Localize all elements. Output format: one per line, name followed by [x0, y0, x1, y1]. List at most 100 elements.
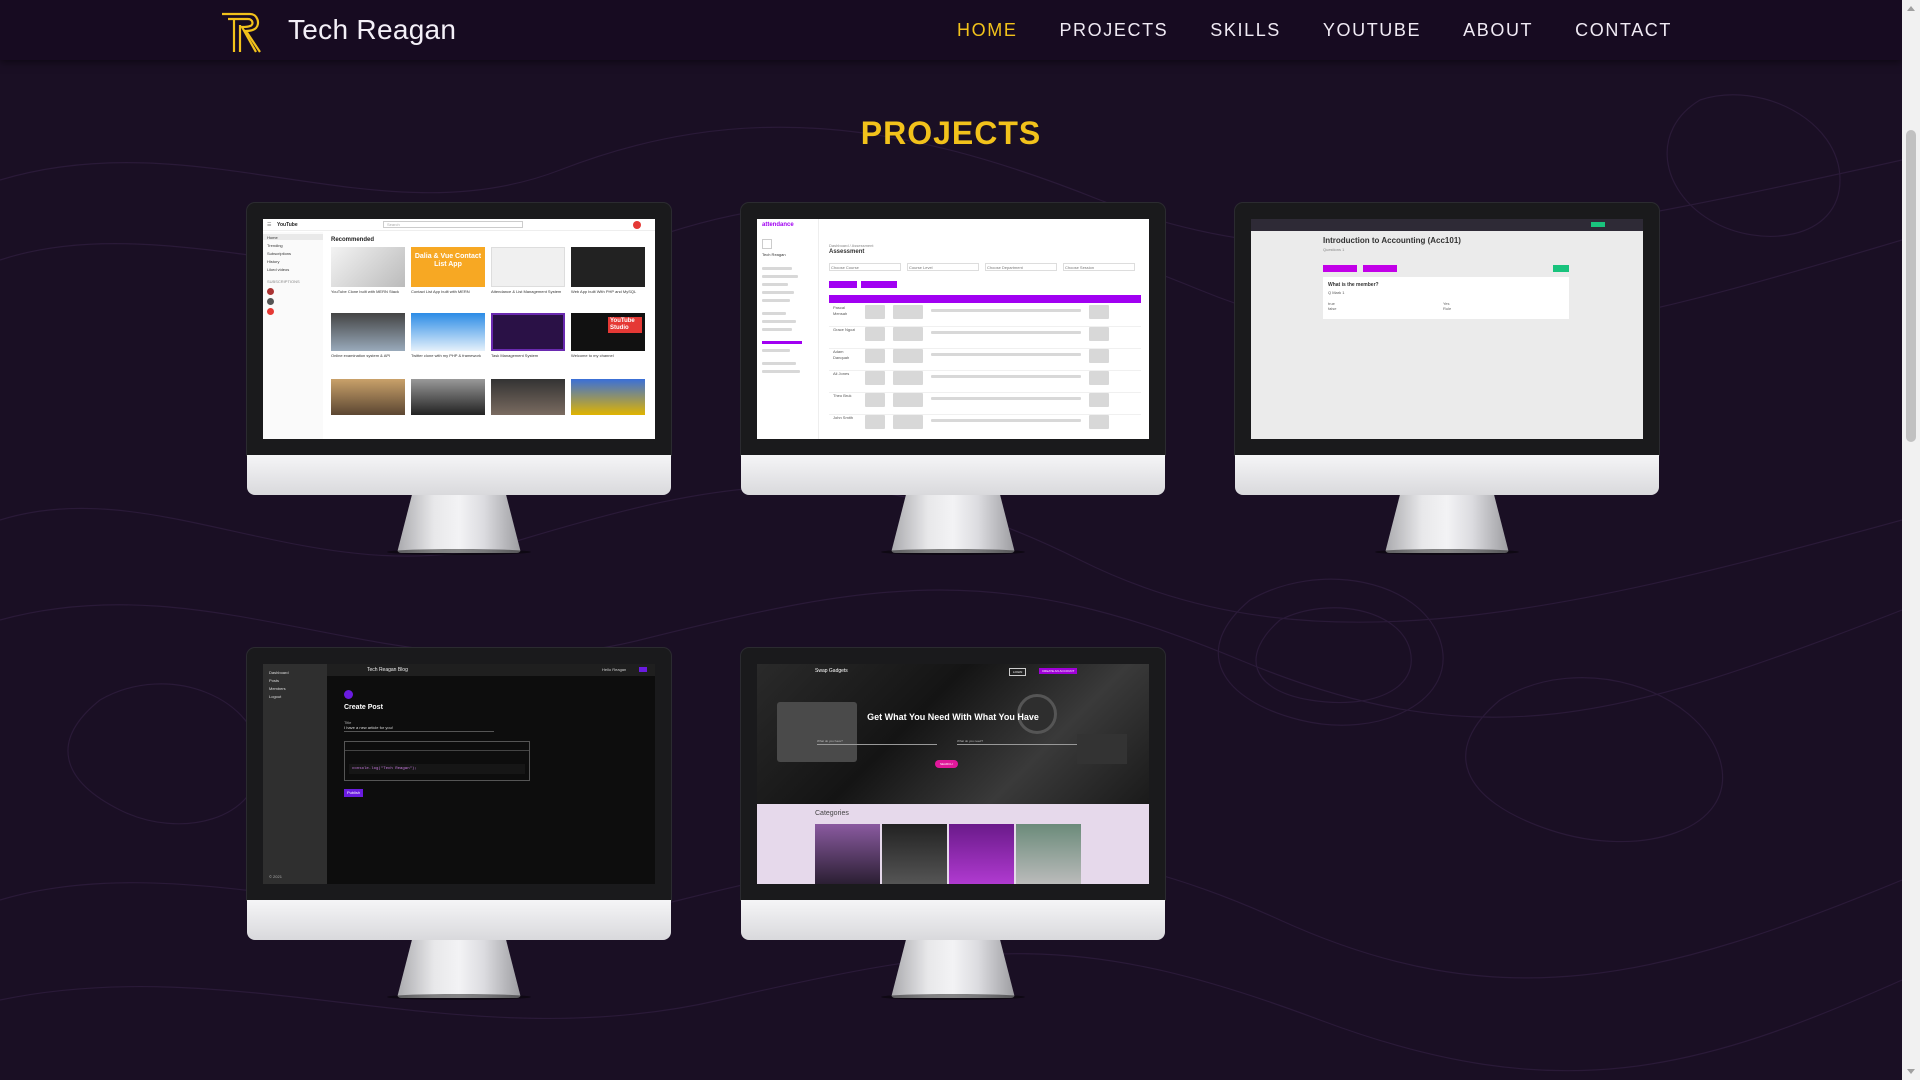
categories-heading: Categories [815, 810, 849, 817]
table-row: Ali Jones [829, 371, 1141, 393]
video-title: YouTube Clone built with MERN Stack [331, 289, 399, 294]
video-thumbnail [491, 379, 565, 415]
menu-icon: ☰ [267, 222, 272, 228]
video-thumbnail [491, 313, 565, 351]
monitor-stand [397, 495, 521, 553]
video-title: Task Management System [491, 353, 539, 358]
category-tiles [815, 824, 1081, 884]
video-thumbnail [331, 379, 405, 415]
scroll-down-arrow-icon[interactable] [1907, 1069, 1915, 1074]
project-screenshot-youtube: ☰ YouTube Search Home Trending Subscript… [263, 219, 655, 439]
quiz-button [1323, 265, 1357, 272]
project-card-swap-gadgets[interactable]: Swap Gadgets LOGIN CREATE AN ACCOUNT Get… [741, 648, 1165, 1000]
monitor-bezel: attendance Tech Reagan Dashboard / Asses… [741, 203, 1165, 455]
hero-image [757, 664, 1149, 804]
yt-video-grid: Dalia & Vue Contact List App YouTube Clo… [331, 247, 651, 415]
project-screenshot-swap-gadgets: Swap Gadgets LOGIN CREATE AN ACCOUNT Get… [757, 664, 1149, 884]
project-card-blog[interactable]: Dashboard Posts Members Logout © 2021 Te… [247, 648, 671, 1000]
nav-about[interactable]: ABOUT [1463, 20, 1533, 41]
video-thumbnail [331, 247, 405, 287]
att-sidebar: attendance Tech Reagan [757, 219, 819, 439]
monitor-stand [1385, 495, 1509, 553]
video-thumbnail [411, 313, 485, 351]
nav-home[interactable]: HOME [957, 20, 1017, 41]
swap-login: LOGIN [1009, 668, 1027, 676]
sidebar-item: Trending [267, 243, 283, 248]
video-title: Twitter clone with my PHP & framework [411, 353, 481, 358]
nav-skills[interactable]: SKILLS [1210, 20, 1281, 41]
page-scrollbar[interactable] [1902, 0, 1920, 1080]
yt-app-name: YouTube [277, 222, 298, 228]
monitor-chin [247, 900, 671, 940]
video-thumbnail [571, 247, 645, 287]
monitor-bezel: Dashboard Posts Members Logout © 2021 Te… [247, 648, 671, 900]
nav-youtube[interactable]: YOUTUBE [1323, 20, 1421, 41]
swap-need-field: What do you need? [957, 738, 1077, 745]
video-thumbnail [331, 313, 405, 351]
blog-code-block: console.log("Tech Reagan"); [352, 767, 417, 771]
question-label: Q Mark 1 [1328, 290, 1345, 295]
att-page-title: Assessment [829, 249, 865, 255]
att-filters: Choose Course Course Level Choose Depart… [829, 263, 1135, 271]
quiz-topbar [1251, 219, 1643, 231]
video-title: Attendance & List Management System [491, 289, 562, 294]
sidebar-item: Home [267, 235, 278, 240]
nav-projects[interactable]: PROJECTS [1059, 20, 1168, 41]
filter-select: Course Level [907, 263, 979, 271]
brand-name[interactable]: Tech Reagan [288, 14, 456, 46]
table-row: Adam Danquah [829, 349, 1141, 371]
filter-select: Choose Session [1063, 263, 1135, 271]
monitor-stand [397, 940, 521, 998]
yt-search-placeholder: Search [387, 222, 400, 227]
logo-icon[interactable] [220, 8, 266, 54]
sidebar-title: Dashboard [269, 670, 289, 675]
thumbnail-badge: YouTube Studio [608, 317, 642, 333]
blog-footer: © 2021 [269, 874, 282, 879]
table-row: John Smith [829, 415, 1141, 437]
monitor-chin [1235, 455, 1659, 495]
options-left: true false [1328, 301, 1337, 311]
sidebar-item: Logout [269, 694, 282, 699]
att-nav-list [762, 267, 810, 373]
blog-sidebar: Dashboard Posts Members Logout © 2021 [263, 664, 327, 884]
att-table: Pascal Mensah Grace Ngozi Adam Danquah A… [829, 305, 1141, 437]
avatar [344, 690, 353, 699]
quiz-title: Introduction to Accounting (Acc101) [1323, 236, 1461, 245]
swap-cta: CREATE AN ACCOUNT [1039, 668, 1078, 674]
quiz-subtitle: Questions 1 [1323, 247, 1345, 252]
blog-user: Hello Reagan [602, 667, 627, 672]
swap-headline: Get What You Need With What You Have [867, 712, 1039, 722]
quiz-button [1363, 265, 1397, 272]
blog-sidebar-items: Dashboard Posts Members Logout [269, 669, 289, 701]
project-screenshot-quiz: Introduction to Accounting (Acc101) Ques… [1251, 219, 1643, 439]
scroll-up-arrow-icon[interactable] [1907, 6, 1915, 11]
nav-contact[interactable]: CONTACT [1575, 20, 1672, 41]
monitor-chin [741, 900, 1165, 940]
sidebar-item: History [267, 259, 280, 264]
att-user: Tech Reagan [762, 252, 786, 257]
project-screenshot-blog: Dashboard Posts Members Logout © 2021 Te… [263, 664, 655, 884]
table-row: Theo Bruk [829, 393, 1141, 415]
filter-select: Choose Course [829, 263, 901, 271]
project-card-attendance[interactable]: attendance Tech Reagan Dashboard / Asses… [741, 203, 1165, 555]
video-thumbnail [411, 379, 485, 415]
swap-search-button: SEARCH [935, 760, 958, 768]
project-card-quiz[interactable]: Introduction to Accounting (Acc101) Ques… [1235, 203, 1659, 555]
att-table-header [829, 295, 1141, 303]
video-thumbnail: Dalia & Vue Contact List App [411, 247, 485, 287]
monitor-bezel: ☰ YouTube Search Home Trending Subscript… [247, 203, 671, 455]
project-card-youtube-clone[interactable]: ☰ YouTube Search Home Trending Subscript… [247, 203, 671, 555]
scrollbar-thumb[interactable] [1906, 130, 1916, 442]
video-title: Contact List App built with MERN [411, 289, 470, 294]
swap-have-field: What do you have? [817, 738, 937, 745]
sidebar-section-label: SUBSCRIPTIONS [267, 279, 300, 284]
video-thumbnail: YouTube Studio [571, 313, 645, 351]
att-brand: attendance [762, 222, 794, 228]
monitor-bezel: Introduction to Accounting (Acc101) Ques… [1235, 203, 1659, 455]
table-row: Grace Ngozi [829, 327, 1141, 349]
yt-heading: Recommended [331, 237, 375, 243]
swap-brand: Swap Gadgets [815, 668, 848, 674]
blog-app-title: Tech Reagan Blog [367, 667, 408, 673]
blog-heading: Create Post [344, 704, 383, 711]
avatar [633, 221, 641, 229]
